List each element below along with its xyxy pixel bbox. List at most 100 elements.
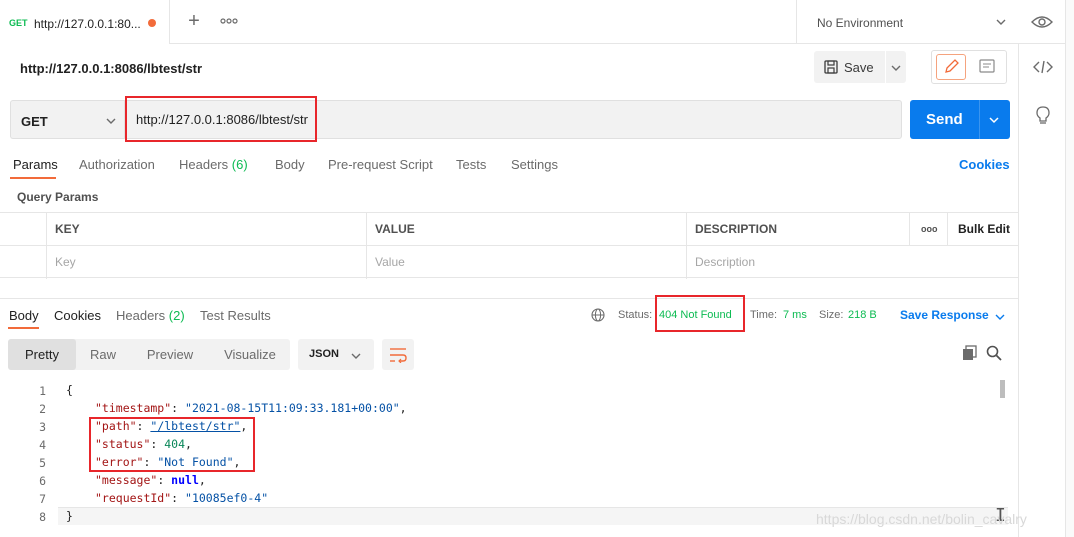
wrap-lines-button[interactable] [382,339,414,370]
divider [885,51,886,83]
json-key: "requestId" [95,491,172,505]
format-select[interactable]: JSON [298,339,374,370]
more-options-icon[interactable]: ooo [909,213,947,246]
response-tab-headers[interactable]: Headers (2) [116,308,185,323]
save-icon [824,60,838,74]
json-brace: } [66,509,73,523]
description-input[interactable]: Description [686,246,1018,279]
query-params-title: Query Params [17,190,99,204]
divider [0,298,1018,299]
table-row: Key Value Description [0,246,1018,279]
tab-authorization[interactable]: Authorization [79,157,155,172]
json-value: "10085ef0-4" [185,491,269,505]
chevron-down-icon[interactable] [988,114,1000,126]
tab-params[interactable]: Params [13,157,58,172]
search-icon[interactable] [986,345,1002,361]
right-sidebar [1018,44,1065,537]
scrollbar[interactable] [1000,380,1005,398]
more-tabs-icon[interactable] [220,14,238,28]
globe-icon[interactable] [591,308,605,322]
cookies-link[interactable]: Cookies [959,157,1010,172]
divider [979,100,980,139]
size-label: Size: [819,309,844,321]
query-params-table: KEY VALUE DESCRIPTION ooo Bulk Edit Key … [0,212,1018,279]
time-label: Time: [750,309,778,321]
save-button[interactable]: Save [814,51,906,83]
tab-headers-label: Headers [179,157,229,172]
new-tab-button[interactable]: + [184,11,204,32]
documentation-button[interactable] [972,54,1002,80]
eye-icon[interactable] [1031,14,1053,30]
json-colon: : [157,473,172,487]
json-key: "message" [95,473,158,487]
code-line: } [66,509,73,523]
chevron-down-icon [105,115,117,127]
active-tab-indicator [10,177,56,179]
json-key: "timestamp" [95,401,172,415]
table-header-row: KEY VALUE DESCRIPTION ooo Bulk Edit [0,213,1018,246]
view-raw-button[interactable]: Raw [76,339,130,370]
chevron-down-icon[interactable] [994,311,1006,323]
tab-method: GET [9,18,28,28]
wrap-lines-icon [389,347,407,363]
view-mode-toggle [931,50,1007,84]
watermark: https://blog.csdn.net/bolin_cavalry [816,511,1027,527]
view-preview-button[interactable]: Preview [130,339,210,370]
view-mode-group: Pretty Raw Preview Visualize [8,339,290,370]
request-title[interactable]: http://127.0.0.1:8086/lbtest/str [20,61,202,76]
code-line: { [66,383,73,397]
active-tab-indicator [8,327,39,329]
column-description: DESCRIPTION [686,213,909,246]
save-label: Save [844,60,874,75]
tab-headers[interactable]: Headers (6) [179,157,248,172]
response-tab-body[interactable]: Body [9,308,39,323]
line-number: 3 [39,420,46,434]
response-tab-headers-count: (2) [168,308,185,323]
line-number: 8 [39,510,46,524]
json-brace: { [66,383,73,397]
method-label: GET [21,114,48,129]
status-label: Status: [618,309,653,321]
copy-icon[interactable] [962,345,978,361]
json-colon: : [171,491,186,505]
tab-tests[interactable]: Tests [456,157,486,172]
chevron-down-icon [995,16,1007,28]
response-tab-cookies[interactable]: Cookies [54,308,101,323]
chevron-down-icon[interactable] [890,62,902,74]
value-input[interactable]: Value [366,246,686,279]
view-pretty-button[interactable]: Pretty [8,339,76,370]
key-input[interactable]: Key [46,246,366,279]
tab-headers-count: (6) [231,157,248,172]
request-tab[interactable]: GET http://127.0.0.1:80... [0,0,170,44]
code-icon[interactable] [1033,60,1053,74]
bulk-edit-button[interactable]: Bulk Edit [947,213,1018,246]
line-number: 5 [39,456,46,470]
tab-title: http://127.0.0.1:80... [34,17,141,31]
size-value[interactable]: 218 B [848,309,877,321]
view-visualize-button[interactable]: Visualize [210,339,290,370]
environment-selector[interactable]: No Environment [796,0,1018,44]
line-number: 6 [39,474,46,488]
code-line: "message": null, [95,473,206,487]
line-number: 7 [39,492,46,506]
code-line: "requestId": "10085ef0-4" [95,491,268,505]
line-number: 4 [39,438,46,452]
lightbulb-icon[interactable] [1034,105,1052,125]
time-value[interactable]: 7 ms [783,309,807,321]
window-edge [1065,0,1074,537]
send-label: Send [926,111,963,128]
tab-pre-request-script[interactable]: Pre-request Script [328,157,433,172]
column-key: KEY [46,213,366,246]
code-line: "timestamp": "2021-08-15T11:09:33.181+00… [95,401,407,415]
json-value: null [171,473,199,487]
annotation-box-status [655,295,745,332]
row-checkbox[interactable] [0,246,46,279]
tab-settings[interactable]: Settings [511,157,558,172]
tab-body[interactable]: Body [275,157,305,172]
save-response-button[interactable]: Save Response [900,308,989,322]
send-button[interactable]: Send [910,100,1010,139]
edit-mode-button[interactable] [936,54,966,80]
response-tab-test-results[interactable]: Test Results [200,308,271,323]
line-number: 1 [39,384,46,398]
method-select[interactable]: GET [10,100,124,139]
